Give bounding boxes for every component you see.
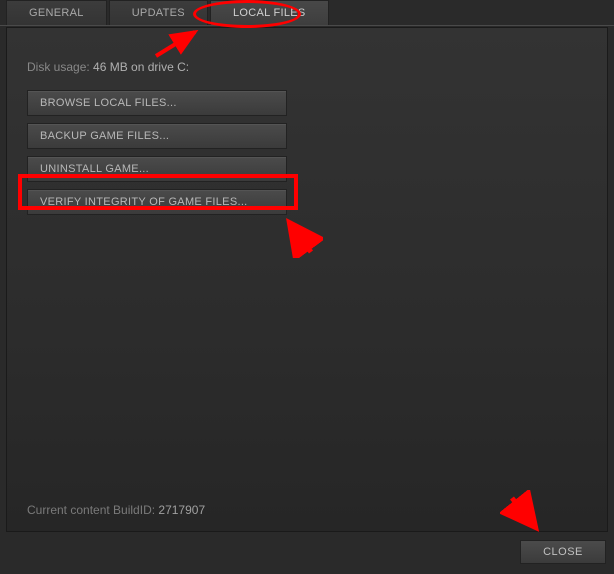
- disk-usage-value: 46 MB on drive C:: [93, 60, 189, 74]
- verify-integrity-button[interactable]: VERIFY INTEGRITY OF GAME FILES...: [27, 189, 287, 215]
- close-button[interactable]: CLOSE: [520, 540, 606, 564]
- build-id-value: 2717907: [158, 503, 205, 517]
- tab-bar: GENERAL UPDATES LOCAL FILES: [0, 0, 614, 26]
- action-button-list: BROWSE LOCAL FILES... BACKUP GAME FILES.…: [27, 90, 587, 215]
- tab-general[interactable]: GENERAL: [6, 0, 107, 25]
- build-id-label: Current content BuildID:: [27, 503, 158, 517]
- disk-usage-text: Disk usage: 46 MB on drive C:: [27, 60, 587, 74]
- browse-local-files-button[interactable]: BROWSE LOCAL FILES...: [27, 90, 287, 116]
- disk-usage-label: Disk usage:: [27, 60, 93, 74]
- tab-local-files[interactable]: LOCAL FILES: [210, 0, 329, 25]
- tab-updates[interactable]: UPDATES: [109, 0, 208, 25]
- build-id-text: Current content BuildID: 2717907: [27, 503, 205, 517]
- content-panel: Disk usage: 46 MB on drive C: BROWSE LOC…: [6, 27, 608, 532]
- uninstall-game-button[interactable]: UNINSTALL GAME...: [27, 156, 287, 182]
- backup-game-files-button[interactable]: BACKUP GAME FILES...: [27, 123, 287, 149]
- footer: CLOSE: [520, 540, 606, 564]
